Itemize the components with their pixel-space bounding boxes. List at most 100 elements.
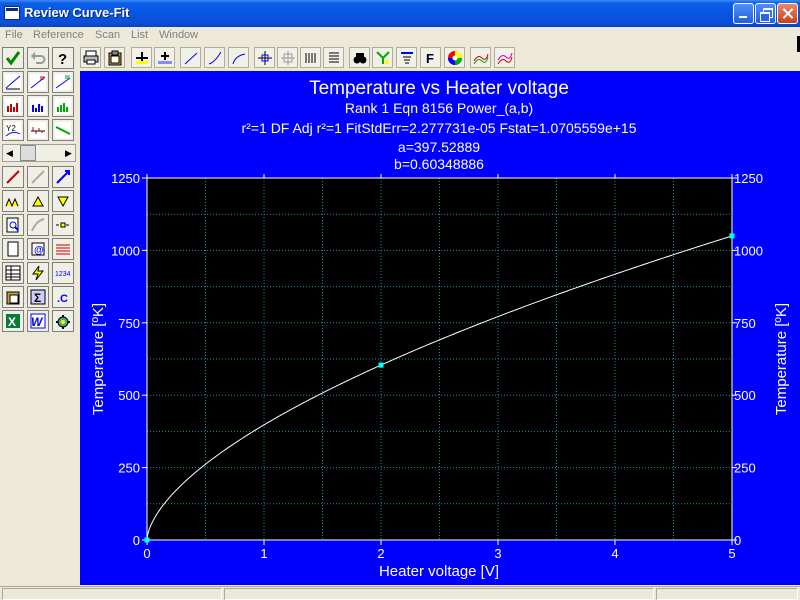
valley-icon[interactable] — [52, 190, 74, 212]
y2-tick-label: 500 — [734, 388, 756, 403]
svg-text:12345: 12345 — [55, 271, 71, 278]
svg-text:?: ? — [58, 51, 67, 66]
left-tool-panel: ? Y2 ◀ ▶ @ 12345 Σ .C X — [0, 45, 80, 590]
help-icon[interactable]: ? — [52, 47, 74, 69]
c-icon[interactable]: .C — [52, 286, 74, 308]
clipboard-icon[interactable] — [104, 47, 125, 68]
lightning-icon[interactable] — [27, 262, 49, 284]
horizontal-lines-icon[interactable] — [323, 47, 344, 68]
svg-text:Σ: Σ — [34, 291, 41, 305]
y2-tick-label: 1250 — [734, 171, 763, 186]
graph-select-icon[interactable] — [372, 47, 393, 68]
restore-button[interactable] — [755, 3, 776, 24]
blank-page-icon[interactable] — [2, 238, 24, 260]
print-icon[interactable] — [80, 47, 101, 68]
bar-fit-icon-1[interactable] — [2, 95, 24, 117]
fit-list-icon-2[interactable] — [27, 71, 49, 93]
binoculars-icon[interactable] — [349, 47, 370, 68]
data-point — [144, 537, 150, 543]
title-bar[interactable]: Review Curve-Fit — [0, 0, 800, 27]
y2-tick-label: 750 — [734, 316, 756, 331]
y2-tick-label: 250 — [734, 461, 756, 476]
menu-list[interactable]: List — [131, 29, 148, 41]
zoom-doc-icon[interactable] — [2, 214, 24, 236]
curve-icon[interactable] — [27, 214, 49, 236]
peak-icon[interactable] — [27, 190, 49, 212]
y-tick-label: 1000 — [111, 243, 140, 258]
fit-list-icon-3[interactable] — [52, 71, 74, 93]
scroll-thumb[interactable] — [20, 145, 36, 161]
scroll-left-icon[interactable]: ◀ — [6, 148, 13, 159]
y-tick-label: 250 — [118, 461, 140, 476]
x-tick-label: 2 — [377, 546, 384, 561]
add-point-icon[interactable] — [131, 47, 152, 68]
y2-icon[interactable]: Y2 — [2, 119, 24, 141]
bar-fit-icon-2[interactable] — [27, 95, 49, 117]
axis-icon[interactable] — [52, 166, 74, 188]
smooth-fit-icon[interactable] — [228, 47, 249, 68]
at-icon[interactable]: @ — [27, 238, 49, 260]
check-icon[interactable] — [2, 47, 24, 69]
zoom-cursor-icon[interactable] — [254, 47, 275, 68]
curve-fit-icon[interactable] — [204, 47, 225, 68]
x-tick-label: 5 — [728, 546, 735, 561]
grid-cursor-icon[interactable] — [277, 47, 298, 68]
status-bar — [0, 586, 800, 600]
color-wheel-icon[interactable] — [444, 47, 465, 68]
minimize-button[interactable] — [733, 3, 754, 24]
menu-scan[interactable]: Scan — [95, 29, 120, 41]
font-icon[interactable]: F — [420, 47, 441, 68]
dash-icon[interactable] — [52, 214, 74, 236]
menu-window[interactable]: Window — [159, 29, 198, 41]
linear-fit-icon[interactable] — [180, 47, 201, 68]
word-icon[interactable]: W — [27, 310, 49, 332]
y2-axis-label: Temperature [ºK] — [773, 303, 790, 415]
x-tick-label: 3 — [494, 546, 501, 561]
data-point — [378, 362, 384, 368]
chart-subtitle-stats: r²=1 DF Adj r²=1 FitStdErr=2.277731e-05 … — [242, 120, 637, 136]
chart-subtitle-rank: Rank 1 Eqn 8156 Power_(a,b) — [345, 100, 533, 116]
y-tick-label: 0 — [133, 533, 140, 548]
multi-wave-icon[interactable] — [494, 47, 515, 68]
x-tick-label: 0 — [143, 546, 150, 561]
status-pane-1 — [2, 588, 222, 600]
table-icon[interactable] — [2, 262, 24, 284]
gear-icon[interactable] — [52, 310, 74, 332]
menu-file[interactable]: File — [5, 29, 23, 41]
add-points-icon[interactable] — [154, 47, 175, 68]
feather-icon[interactable] — [27, 166, 49, 188]
fit-list-icon-1[interactable] — [2, 71, 24, 93]
chart-title: Temperature vs Heater voltage — [309, 78, 569, 99]
panel-scrollbar[interactable]: ◀ ▶ — [2, 144, 76, 162]
lines-icon[interactable] — [52, 238, 74, 260]
scroll-right-icon[interactable]: ▶ — [65, 148, 72, 159]
y2-tick-label: 0 — [734, 533, 741, 548]
app-icon — [4, 6, 20, 20]
undo-icon[interactable] — [27, 47, 49, 69]
menu-reference[interactable]: Reference — [33, 29, 84, 41]
paste-icon[interactable] — [2, 286, 24, 308]
residual-icon[interactable] — [27, 119, 49, 141]
svg-text:Y2: Y2 — [6, 124, 16, 133]
app-window: Review Curve-Fit File Reference Scan Lis… — [0, 0, 800, 600]
svg-text:.C: .C — [57, 293, 68, 305]
y-axis-label: Temperature [ºK] — [90, 303, 107, 415]
svg-text:F: F — [426, 51, 434, 66]
bar-fit-icon-3[interactable] — [52, 95, 74, 117]
chart-subtitle-a: a=397.52889 — [398, 139, 480, 155]
svg-text:@: @ — [34, 245, 44, 256]
chart-subtitle-b: b=0.60348886 — [394, 156, 484, 172]
vertical-lines-icon[interactable] — [300, 47, 321, 68]
status-pane-3 — [656, 588, 798, 600]
close-button[interactable] — [777, 3, 798, 24]
sigma-icon[interactable]: Σ — [27, 286, 49, 308]
wave-icon[interactable] — [470, 47, 491, 68]
line-icon[interactable] — [2, 166, 24, 188]
scale-icon[interactable] — [396, 47, 417, 68]
numbers-icon[interactable]: 12345 — [52, 262, 74, 284]
plot-area[interactable]: Temperature vs Heater voltage Rank 1 Eqn… — [80, 71, 800, 585]
diagonal-icon[interactable] — [52, 119, 74, 141]
status-pane-2 — [224, 588, 654, 600]
peaks-icon[interactable] — [2, 190, 24, 212]
excel-icon[interactable]: X — [2, 310, 24, 332]
